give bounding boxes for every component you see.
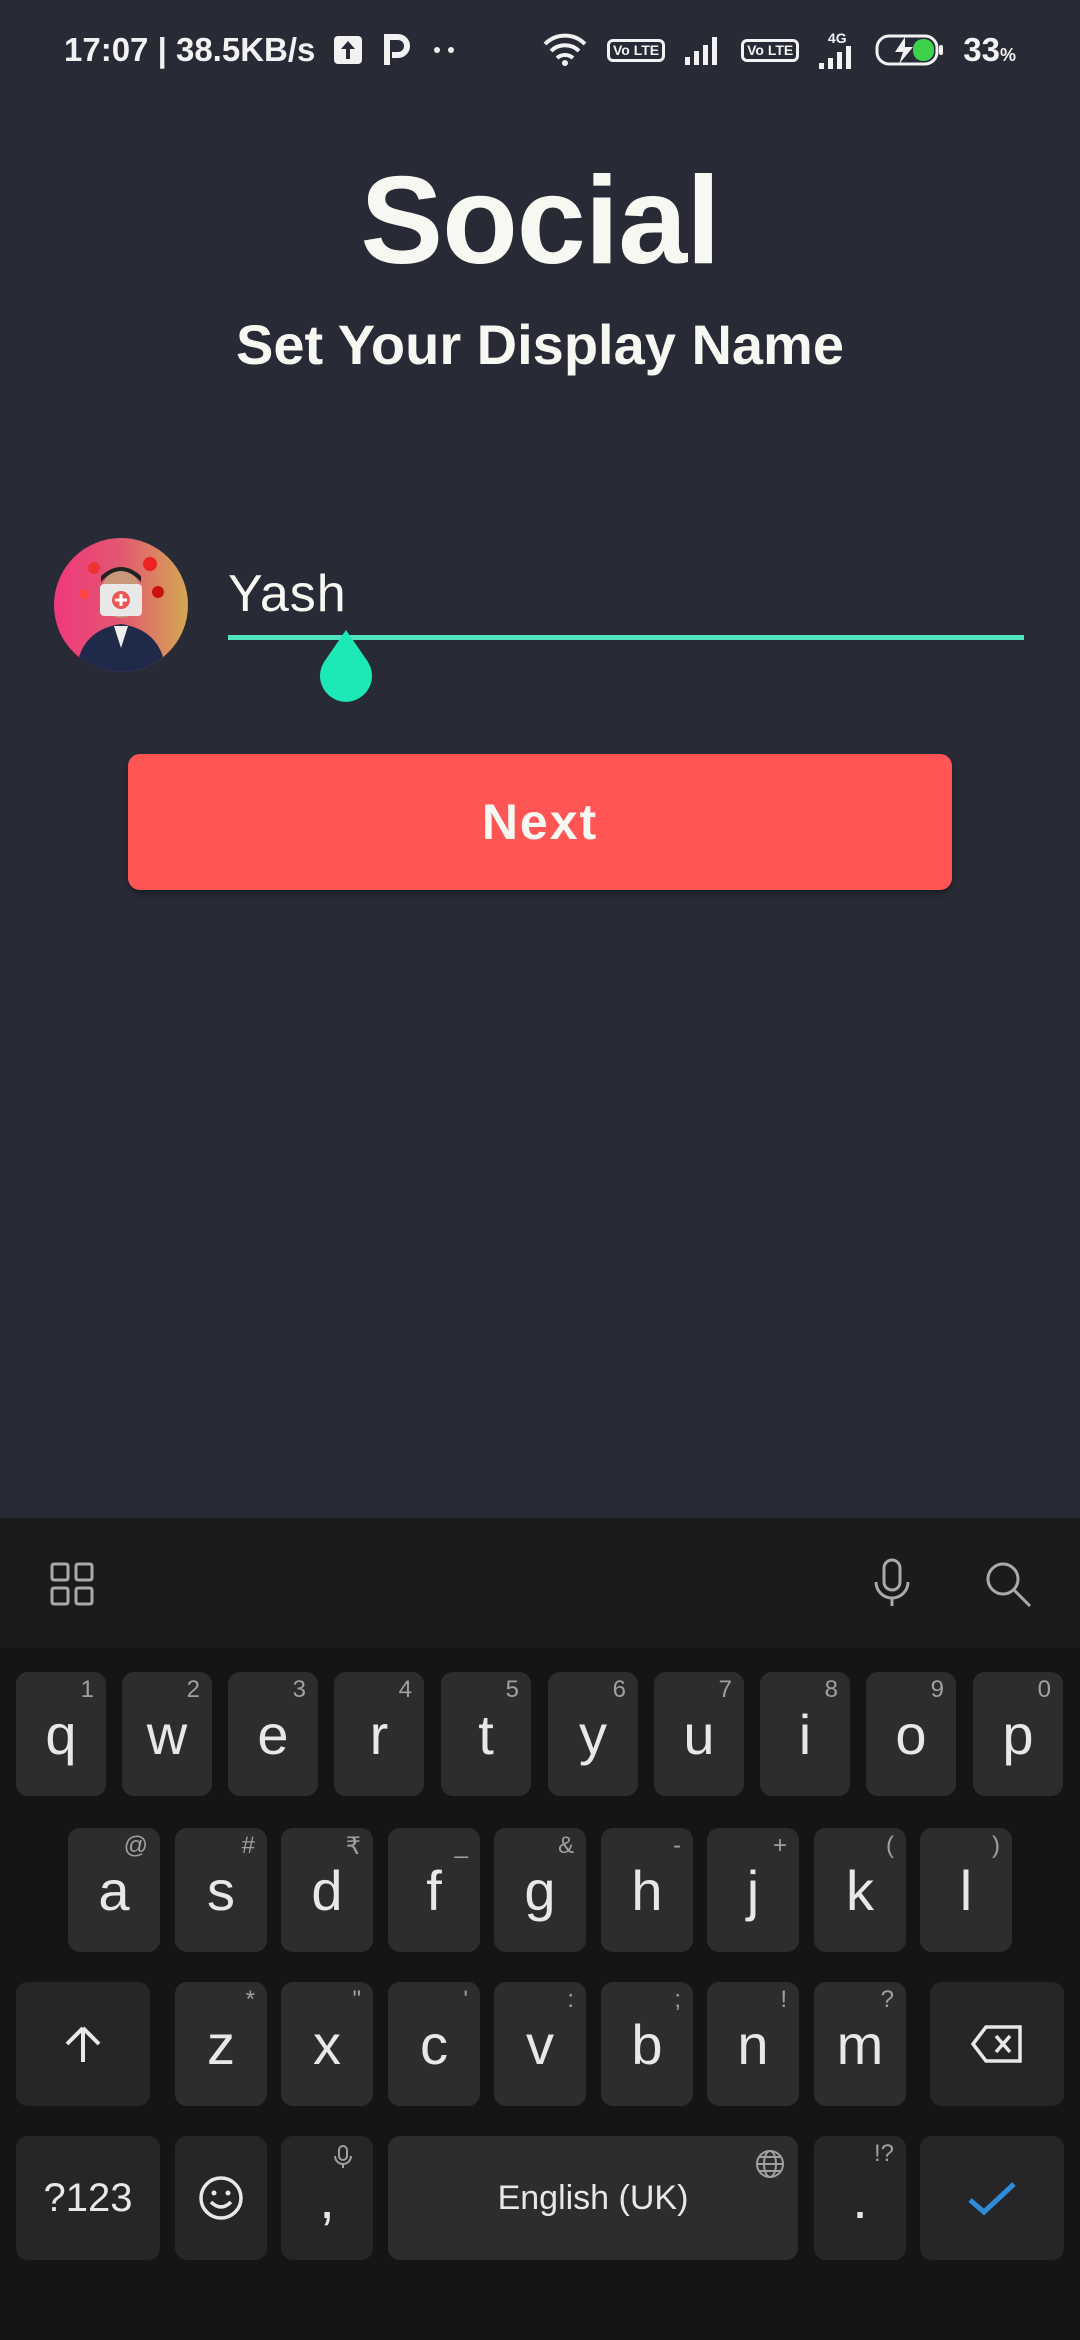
- volte-badge-2: Vo LTE: [741, 38, 800, 62]
- status-right: Vo LTE Vo LTE 4G 33%: [541, 31, 1016, 69]
- key-q[interactable]: q1: [16, 1672, 106, 1796]
- key-s[interactable]: s #: [175, 1828, 267, 1952]
- key-k[interactable]: k(: [814, 1828, 906, 1952]
- next-button[interactable]: Next: [128, 754, 952, 890]
- checkmark-icon: [968, 2182, 1016, 2216]
- battery-percent: 33%: [963, 31, 1016, 68]
- key-a[interactable]: a @: [68, 1828, 160, 1952]
- status-left: 17:07 | 38.5KB/s: [64, 31, 459, 69]
- key-x[interactable]: x ": [281, 1982, 373, 2106]
- key-y[interactable]: y6: [548, 1672, 638, 1796]
- key-w[interactable]: w2: [122, 1672, 212, 1796]
- backspace-key[interactable]: [930, 1982, 1064, 2106]
- key-j[interactable]: j +: [707, 1828, 799, 1952]
- key-e[interactable]: e3: [228, 1672, 318, 1796]
- key-u[interactable]: u7: [654, 1672, 744, 1796]
- key-d[interactable]: d ₹: [281, 1828, 373, 1952]
- app-notification-icon: [381, 33, 411, 67]
- key-b[interactable]: b;: [601, 1982, 693, 2106]
- upload-icon: [333, 35, 363, 65]
- key-o[interactable]: o9: [866, 1672, 956, 1796]
- key-t[interactable]: t5: [441, 1672, 531, 1796]
- key-m[interactable]: m?: [814, 1982, 906, 2106]
- key-p[interactable]: p0: [973, 1672, 1063, 1796]
- space-key[interactable]: English (UK): [388, 2136, 798, 2260]
- symbols-key[interactable]: ?123: [16, 2136, 160, 2260]
- key-g[interactable]: g &: [494, 1828, 586, 1952]
- display-name-input[interactable]: [228, 560, 1024, 635]
- battery-charging-icon: [875, 33, 945, 67]
- period-key[interactable]: .!?: [814, 2136, 906, 2260]
- key-f[interactable]: f _: [388, 1828, 480, 1952]
- microphone-icon[interactable]: [862, 1554, 922, 1614]
- volte-badge-1: Vo LTE: [606, 38, 666, 62]
- network-type: 4G: [827, 30, 847, 46]
- status-bar: 17:07 | 38.5KB/s Vo LTE Vo LTE 4G 33%: [0, 0, 1080, 100]
- page-subtitle: Set Your Display Name: [236, 313, 844, 376]
- avatar[interactable]: [54, 538, 188, 672]
- signal-icon-1: [683, 35, 723, 65]
- backspace-icon: [970, 2025, 1022, 2063]
- status-time-speed: 17:07 | 38.5KB/s: [64, 31, 316, 68]
- globe-icon: [756, 2150, 784, 2178]
- shift-arrow-icon: [65, 2026, 101, 2062]
- shift-key[interactable]: [16, 1982, 150, 2106]
- app-title: Social: [360, 152, 720, 290]
- signal-icon-2: 4G: [817, 31, 857, 69]
- grid-menu-icon[interactable]: [42, 1554, 102, 1614]
- emoji-key[interactable]: [175, 2136, 267, 2260]
- emoji-icon: [199, 2176, 243, 2220]
- key-h[interactable]: h-: [601, 1828, 693, 1952]
- key-n[interactable]: n!: [707, 1982, 799, 2106]
- keyboard-toolbar: [0, 1518, 1080, 1648]
- key-v[interactable]: v:: [494, 1982, 586, 2106]
- more-notifications-icon: [429, 45, 459, 55]
- key-c[interactable]: c ': [388, 1982, 480, 2106]
- comma-key[interactable]: ,: [281, 2136, 373, 2260]
- text-cursor-handle[interactable]: [316, 630, 376, 702]
- key-l[interactable]: l): [920, 1828, 1012, 1952]
- key-z[interactable]: z *: [175, 1982, 267, 2106]
- display-name-field[interactable]: [228, 560, 1024, 640]
- enter-key[interactable]: [920, 2136, 1064, 2260]
- search-icon[interactable]: [978, 1554, 1038, 1614]
- wifi-icon: [541, 32, 589, 68]
- comma-mic-hint-icon: [334, 2145, 352, 2168]
- key-r[interactable]: r4: [334, 1672, 424, 1796]
- keyboard: q1 w2 e3 r4 t5 y6 u7 i8 o9 p0 a @ s # d ₹ f…: [0, 1518, 1080, 2340]
- key-i[interactable]: i8: [760, 1672, 850, 1796]
